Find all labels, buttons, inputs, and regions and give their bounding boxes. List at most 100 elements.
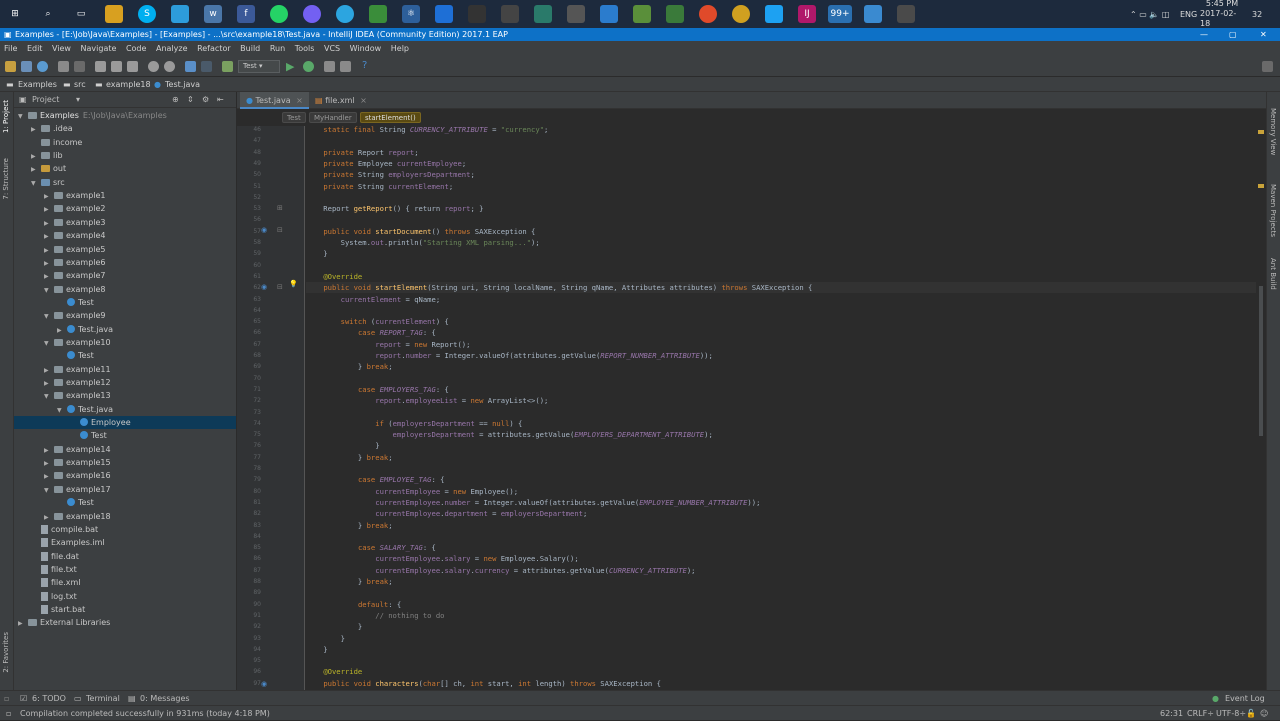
tree-item[interactable]: Test bbox=[14, 349, 236, 362]
status-message[interactable]: Compilation completed successfully in 93… bbox=[20, 706, 270, 721]
code-line[interactable]: case SALARY_TAG: { bbox=[306, 542, 1256, 553]
chevron-down-icon[interactable]: ▼ bbox=[44, 284, 54, 297]
app-icon[interactable] bbox=[369, 5, 387, 23]
chevron-right-icon[interactable]: ▶ bbox=[44, 257, 54, 270]
tree-item[interactable]: ▶ example12 bbox=[14, 376, 236, 389]
chevron-right-icon[interactable]: ▶ bbox=[44, 511, 54, 524]
redo-icon[interactable] bbox=[74, 61, 85, 72]
tree-item[interactable]: ▶ example15 bbox=[14, 456, 236, 469]
code-line[interactable]: } break; bbox=[306, 576, 1256, 587]
editor-gutter[interactable]: 46 47 48 49 50 51 52 53 56 57 58 59 60 61 62 63 64 65 66 67… bbox=[237, 126, 305, 690]
telegram-icon[interactable] bbox=[336, 5, 354, 23]
chevron-right-icon[interactable]: ▶ bbox=[44, 230, 54, 243]
override-marker-icon[interactable]: ◉ bbox=[261, 226, 267, 234]
chevron-down-icon[interactable]: ▼ bbox=[44, 310, 54, 323]
code-line[interactable]: } bbox=[306, 248, 1256, 259]
chevron-down-icon[interactable]: ▼ bbox=[31, 177, 41, 190]
chevron-right-icon[interactable]: ▶ bbox=[44, 270, 54, 283]
debug-icon[interactable] bbox=[303, 61, 314, 72]
menu-edit[interactable]: Edit bbox=[27, 44, 43, 53]
code-line[interactable]: case REPORT_TAG: { bbox=[306, 327, 1256, 338]
app-icon[interactable] bbox=[864, 5, 882, 23]
fold-icon[interactable]: ⊞ bbox=[277, 204, 283, 212]
project-tool-tab[interactable]: 1: Project bbox=[2, 100, 10, 133]
tree-item[interactable]: start.bat bbox=[14, 603, 236, 616]
clock[interactable]: 5:45 PM 2017-02-18 bbox=[1200, 0, 1244, 28]
code-line[interactable]: switch (currentElement) { bbox=[306, 316, 1256, 327]
code-line[interactable]: report.employeeList = new ArrayList<>(); bbox=[306, 395, 1256, 406]
search-icon[interactable]: ⌕ bbox=[39, 5, 57, 23]
close-tab-icon[interactable]: × bbox=[360, 96, 367, 105]
copy-icon[interactable] bbox=[111, 61, 122, 72]
tree-item[interactable]: ▼ Test.java bbox=[14, 403, 236, 416]
tree-item[interactable]: ▶ example4 bbox=[14, 229, 236, 242]
maven-projects-tab[interactable]: Maven Projects bbox=[1269, 184, 1277, 237]
gear-icon[interactable]: ⚙ bbox=[202, 92, 209, 108]
notification-badge[interactable]: 32 bbox=[1252, 0, 1262, 28]
structure-tool-tab[interactable]: 7: Structure bbox=[2, 158, 10, 200]
code-line[interactable]: } bbox=[306, 440, 1256, 451]
tree-item[interactable]: compile.bat bbox=[14, 523, 236, 536]
menu-code[interactable]: Code bbox=[126, 44, 146, 53]
language-indicator[interactable]: ENG bbox=[1180, 0, 1197, 28]
tree-item[interactable]: ▶ example6 bbox=[14, 256, 236, 269]
cut-icon[interactable] bbox=[95, 61, 106, 72]
caret-position[interactable]: 62:31 bbox=[1160, 706, 1183, 721]
code-line[interactable]: currentEmployee.department = employersDe… bbox=[306, 508, 1256, 519]
code-line[interactable]: // nothing to do bbox=[306, 610, 1256, 621]
warning-marker[interactable] bbox=[1258, 130, 1264, 134]
todo-tab[interactable]: 6: TODO bbox=[32, 691, 66, 706]
fold-icon[interactable]: ⊟ bbox=[277, 226, 283, 234]
menu-navigate[interactable]: Navigate bbox=[81, 44, 117, 53]
chevron-right-icon[interactable]: ▶ bbox=[44, 457, 54, 470]
undo-icon[interactable] bbox=[58, 61, 69, 72]
tree-item[interactable]: Test bbox=[14, 429, 236, 442]
scroll-thumb[interactable] bbox=[1259, 286, 1263, 436]
menu-tools[interactable]: Tools bbox=[295, 44, 315, 53]
tab-test-java[interactable]: ● Test.java × bbox=[240, 92, 309, 109]
code-line[interactable]: @Override bbox=[306, 666, 1256, 677]
react-icon[interactable]: ⚛ bbox=[402, 5, 420, 23]
project-view-select[interactable]: Project bbox=[32, 95, 59, 104]
chevron-down-icon[interactable]: ▼ bbox=[44, 337, 54, 350]
line-separator[interactable]: CRLF÷ bbox=[1187, 706, 1214, 721]
fold-icon[interactable]: ⊟ bbox=[277, 283, 283, 291]
menu-window[interactable]: Window bbox=[350, 44, 382, 53]
tree-item[interactable]: ▼ example10 bbox=[14, 336, 236, 349]
hide-panel-icon[interactable]: ⇤ bbox=[217, 92, 224, 108]
code-line[interactable]: static final String CURRENCY_ATTRIBUTE =… bbox=[306, 126, 1256, 135]
toolbar-more-icon[interactable] bbox=[1262, 61, 1273, 72]
tree-item[interactable]: ▼ example13 bbox=[14, 389, 236, 402]
app-icon[interactable] bbox=[468, 5, 486, 23]
code-line[interactable]: } bbox=[306, 633, 1256, 644]
code-line[interactable]: if (employersDepartment == null) { bbox=[306, 418, 1256, 429]
sdk-icon[interactable] bbox=[324, 61, 335, 72]
code-line[interactable]: private Employee currentEmployee; bbox=[306, 158, 1256, 169]
tree-item[interactable]: log.txt bbox=[14, 590, 236, 603]
code-line[interactable]: private Report report; bbox=[306, 147, 1256, 158]
app-icon[interactable] bbox=[897, 5, 915, 23]
app-icon[interactable] bbox=[600, 5, 618, 23]
menu-run[interactable]: Run bbox=[270, 44, 285, 53]
tree-item[interactable]: ▼ example8 bbox=[14, 283, 236, 296]
code-line[interactable]: } bbox=[306, 644, 1256, 655]
chevron-right-icon[interactable]: ▶ bbox=[44, 217, 54, 230]
app-icon[interactable] bbox=[534, 5, 552, 23]
code-line[interactable]: currentEmployee.salary.currency = attrib… bbox=[306, 565, 1256, 576]
code-line[interactable]: public void characters(char[] ch, int st… bbox=[306, 678, 1256, 689]
event-log-tab[interactable]: Event Log bbox=[1225, 691, 1265, 706]
code-line[interactable]: private String currentElement; bbox=[306, 181, 1256, 192]
app-icon[interactable] bbox=[732, 5, 750, 23]
nav-crumb-example18[interactable]: example18 bbox=[106, 77, 151, 92]
tree-item[interactable]: ▶ example14 bbox=[14, 443, 236, 456]
tree-item[interactable]: ▼ src bbox=[14, 176, 236, 189]
code-line[interactable]: currentEmployee.number = Integer.valueOf… bbox=[306, 497, 1256, 508]
menu-analyze[interactable]: Analyze bbox=[156, 44, 188, 53]
sync-icon[interactable] bbox=[37, 61, 48, 72]
chevron-right-icon[interactable]: ▶ bbox=[31, 163, 41, 176]
open-icon[interactable] bbox=[5, 61, 16, 72]
chevron-down-icon[interactable]: ▼ bbox=[57, 404, 67, 417]
code-line[interactable]: case EMPLOYERS_TAG: { bbox=[306, 384, 1256, 395]
run-config-select[interactable]: Test ▾ bbox=[238, 60, 280, 73]
tree-item[interactable]: file.txt bbox=[14, 563, 236, 576]
